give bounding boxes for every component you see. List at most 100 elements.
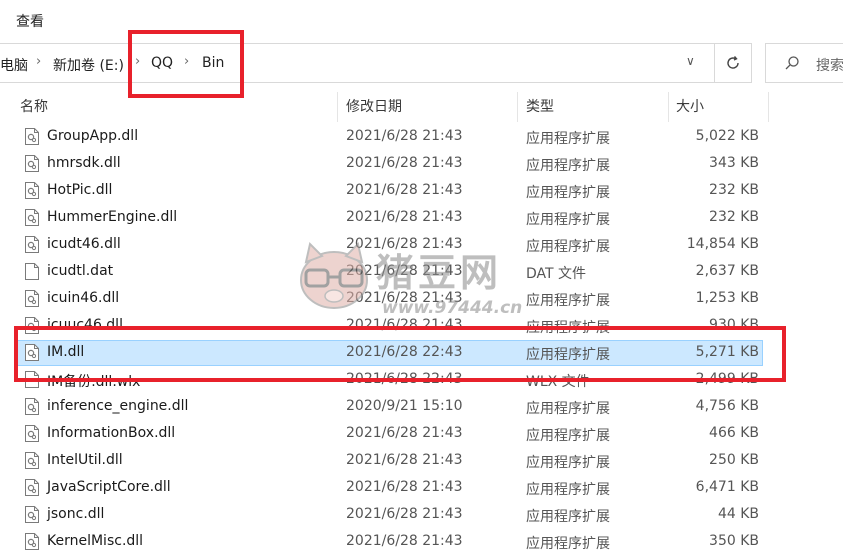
search-box[interactable]: 搜索 <box>765 43 843 83</box>
file-name: HummerEngine.dll <box>47 209 178 225</box>
breadcrumb-drive[interactable]: 新加卷 (E:) <box>53 55 124 75</box>
column-divider[interactable] <box>668 92 669 122</box>
file-name: IM.dll <box>47 344 85 360</box>
file-type: 应用程序扩展 <box>526 131 610 147</box>
file-name: HotPic.dll <box>47 182 113 198</box>
file-type: 应用程序扩展 <box>526 455 610 471</box>
file-size: 343 KB <box>709 155 759 171</box>
search-placeholder: 搜索 <box>816 58 843 74</box>
ribbon: 查看 <box>0 0 843 39</box>
column-name[interactable]: 名称 <box>20 92 48 122</box>
file-row[interactable]: icuin46.dll 2021/6/28 21:43 应用程序扩展 1,253 KB <box>0 286 843 313</box>
dll-icon <box>25 236 39 253</box>
file-row[interactable]: HummerEngine.dll 2021/6/28 21:43 应用程序扩展 232… <box>0 205 843 232</box>
file-name: IM备份.dll.wlx <box>47 374 141 390</box>
file-type: 应用程序扩展 <box>526 293 610 309</box>
chevron-right-icon[interactable]: › <box>184 54 189 69</box>
column-type[interactable]: 类型 <box>526 92 554 122</box>
file-size: 350 KB <box>709 533 759 549</box>
file-date: 2021/6/28 21:43 <box>346 425 463 441</box>
file-type: 应用程序扩展 <box>526 401 610 417</box>
file-name: inference_engine.dll <box>47 398 189 414</box>
file-name: hmrsdk.dll <box>47 155 121 171</box>
file-name: jsonc.dll <box>47 506 105 522</box>
file-row[interactable]: HotPic.dll 2021/6/28 21:43 应用程序扩展 232 KB <box>0 178 843 205</box>
address-bar-area: 电脑 › 新加卷 (E:) › QQ › Bin ∨ 搜索 <box>0 38 843 88</box>
file-row[interactable]: icudt46.dll 2021/6/28 21:43 应用程序扩展 14,854 K… <box>0 232 843 259</box>
address-bar[interactable]: 电脑 › 新加卷 (E:) › QQ › Bin ∨ <box>0 43 715 83</box>
dll-icon <box>25 290 39 307</box>
file-type: 应用程序扩展 <box>526 536 610 552</box>
column-divider[interactable] <box>517 92 518 122</box>
column-divider[interactable] <box>768 92 769 122</box>
file-row[interactable]: icudtl.dat 2021/6/28 21:43 DAT 文件 2,637 KB <box>0 259 843 286</box>
file-size: 930 KB <box>709 317 759 333</box>
dll-icon <box>25 533 39 550</box>
chevron-down-icon[interactable]: ∨ <box>686 54 695 68</box>
file-type: WLX 文件 <box>526 374 590 390</box>
file-date: 2021/6/28 22:43 <box>346 344 463 360</box>
file-icon <box>25 371 39 388</box>
breadcrumb-qq[interactable]: QQ <box>151 55 173 71</box>
search-icon <box>785 56 799 70</box>
file-size: 232 KB <box>709 209 759 225</box>
dll-icon <box>25 209 39 226</box>
file-name: icuin46.dll <box>47 290 120 306</box>
file-type: 应用程序扩展 <box>526 212 610 228</box>
file-date: 2021/6/28 21:43 <box>346 533 463 549</box>
file-date: 2021/6/28 21:43 <box>346 263 463 279</box>
file-size: 2,637 KB <box>695 263 759 279</box>
file-row[interactable]: inference_engine.dll 2020/9/21 15:10 应用程序扩… <box>0 394 843 421</box>
chevron-right-icon[interactable]: › <box>36 54 41 69</box>
column-divider[interactable] <box>337 92 338 122</box>
file-size: 466 KB <box>709 425 759 441</box>
file-date: 2021/6/28 21:43 <box>346 182 463 198</box>
column-size[interactable]: 大小 <box>676 92 704 122</box>
file-type: 应用程序扩展 <box>526 320 610 336</box>
refresh-button[interactable] <box>715 43 752 83</box>
file-date: 2021/6/28 21:43 <box>346 128 463 144</box>
file-type: DAT 文件 <box>526 266 587 282</box>
refresh-icon <box>727 56 739 69</box>
dll-icon <box>25 452 39 469</box>
tab-view[interactable]: 查看 <box>16 11 44 31</box>
dll-icon <box>25 182 39 199</box>
file-size: 2,499 KB <box>695 371 759 387</box>
file-row[interactable]: KernelMisc.dll 2021/6/28 21:43 应用程序扩展 350 K… <box>0 529 843 556</box>
dll-icon <box>25 506 39 523</box>
file-size: 6,471 KB <box>695 479 759 495</box>
dll-icon <box>25 155 39 172</box>
file-type: 应用程序扩展 <box>526 347 610 363</box>
file-row[interactable]: JavaScriptCore.dll 2021/6/28 21:43 应用程序扩展 6… <box>0 475 843 502</box>
file-row[interactable]: hmrsdk.dll 2021/6/28 21:43 应用程序扩展 343 KB <box>0 151 843 178</box>
file-row[interactable]: IM.dll 2021/6/28 22:43 应用程序扩展 5,271 KB <box>0 340 843 367</box>
file-type: 应用程序扩展 <box>526 509 610 525</box>
file-icon <box>25 263 39 280</box>
chevron-right-icon[interactable]: › <box>135 54 140 69</box>
breadcrumb-bin[interactable]: Bin <box>202 55 224 71</box>
file-name: KernelMisc.dll <box>47 533 144 549</box>
file-size: 5,271 KB <box>695 344 759 360</box>
dll-icon <box>25 344 39 361</box>
file-row[interactable]: icuuc46.dll 2021/6/28 21:43 应用程序扩展 930 KB <box>0 313 843 340</box>
file-row[interactable]: jsonc.dll 2021/6/28 21:43 应用程序扩展 44 KB <box>0 502 843 529</box>
dll-icon <box>25 128 39 145</box>
column-date[interactable]: 修改日期 <box>346 92 402 122</box>
file-date: 2021/6/28 21:43 <box>346 290 463 306</box>
dll-icon <box>25 479 39 496</box>
file-type: 应用程序扩展 <box>526 428 610 444</box>
file-row[interactable]: GroupApp.dll 2021/6/28 21:43 应用程序扩展 5,022 K… <box>0 124 843 151</box>
file-row[interactable]: IntelUtil.dll 2021/6/28 21:43 应用程序扩展 250 KB <box>0 448 843 475</box>
file-type: 应用程序扩展 <box>526 158 610 174</box>
file-name: InformationBox.dll <box>47 425 176 441</box>
file-row[interactable]: InformationBox.dll 2021/6/28 21:43 应用程序扩展 4… <box>0 421 843 448</box>
file-date: 2021/6/28 21:43 <box>346 479 463 495</box>
file-date: 2021/6/28 21:43 <box>346 452 463 468</box>
dll-icon <box>25 398 39 415</box>
file-name: JavaScriptCore.dll <box>47 479 171 495</box>
breadcrumb-this-pc[interactable]: 电脑 <box>0 55 28 75</box>
file-date: 2021/6/28 21:43 <box>346 209 463 225</box>
file-name: IntelUtil.dll <box>47 452 123 468</box>
file-row[interactable]: IM备份.dll.wlx 2021/6/28 22:43 WLX 文件 2,499 K… <box>0 367 843 394</box>
file-size: 44 KB <box>717 506 759 522</box>
